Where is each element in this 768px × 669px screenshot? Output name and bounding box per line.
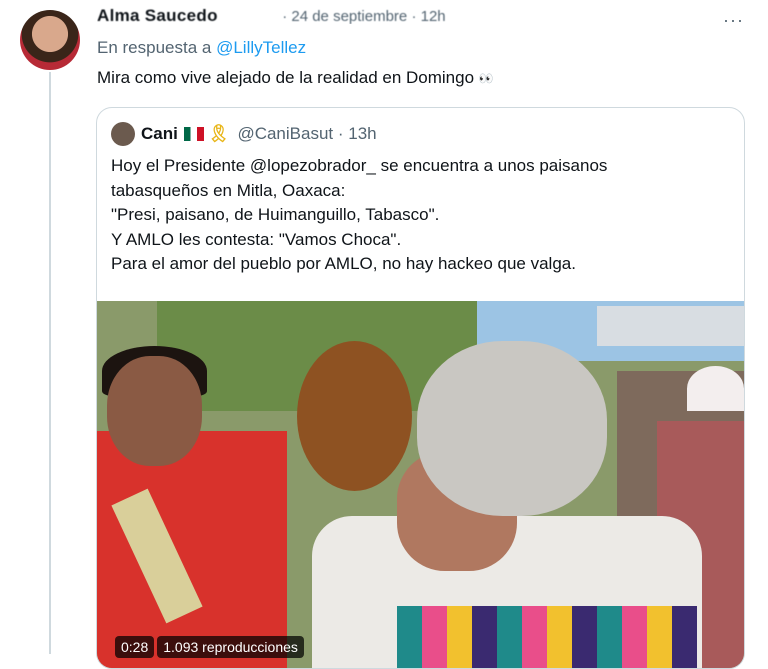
eyes-emoji-icon: 👀 <box>478 71 495 86</box>
replying-mention-link[interactable]: @LillyTellez <box>216 38 306 57</box>
video-scene-clay-pot <box>297 341 412 491</box>
author-name[interactable]: Alma Saucedo <box>97 6 218 24</box>
thread-line <box>49 72 51 654</box>
quote-handle-time[interactable]: @CaniBasut · 13h <box>237 124 376 144</box>
avatar[interactable] <box>20 10 80 70</box>
tweet-text: Mira como vive alejado de la realidad en… <box>97 68 495 88</box>
video-player[interactable]: 0:28 1.093 reproducciones <box>97 301 744 668</box>
replying-prefix: En respuesta a <box>97 38 212 57</box>
more-options-icon[interactable]: ··· <box>723 10 744 31</box>
tweet-header: Alma Saucedo · 24 de septiembre · 12h <box>97 6 697 24</box>
video-overlay: 0:28 1.093 reproducciones <box>115 636 304 658</box>
video-scene-embroidery <box>397 606 697 668</box>
quote-line: "Presi, paisano, de Huimanguillo, Tabasc… <box>111 205 440 224</box>
video-scene-person <box>97 431 287 668</box>
quote-text: Hoy el Presidente @lopezobrador_ se encu… <box>111 154 731 277</box>
video-views: 1.093 reproducciones <box>157 636 304 658</box>
ribbon-icon: 🎗 <box>207 124 230 143</box>
quote-line: tabasqueños en Mitla, Oaxaca: <box>111 180 346 200</box>
tweet-body: Mira como vive alejado de la realidad en… <box>97 68 475 87</box>
mexico-flag-icon <box>183 127 204 141</box>
video-duration: 0:28 <box>115 636 155 658</box>
quote-line: Para el amor del pueblo por AMLO, no hay… <box>111 254 576 273</box>
author-meta: · 24 de septiembre · 12h <box>282 8 446 24</box>
quoted-tweet[interactable]: Cani 🎗 @CaniBasut · 13h Hoy el President… <box>96 107 745 669</box>
quote-header: Cani 🎗 @CaniBasut · 13h <box>111 122 377 146</box>
video-scene-head <box>417 341 607 516</box>
quote-author-name[interactable]: Cani <box>141 124 178 144</box>
quote-avatar[interactable] <box>111 122 135 146</box>
quote-line: Y AMLO les contesta: "Vamos Choca". <box>111 229 402 249</box>
quote-line: Hoy el Presidente @lopezobrador_ se encu… <box>111 156 608 175</box>
video-scene-cap <box>687 366 744 411</box>
replying-to: En respuesta a @LillyTellez <box>97 38 306 58</box>
video-scene-face <box>107 356 202 466</box>
video-scene-tent <box>597 306 744 346</box>
